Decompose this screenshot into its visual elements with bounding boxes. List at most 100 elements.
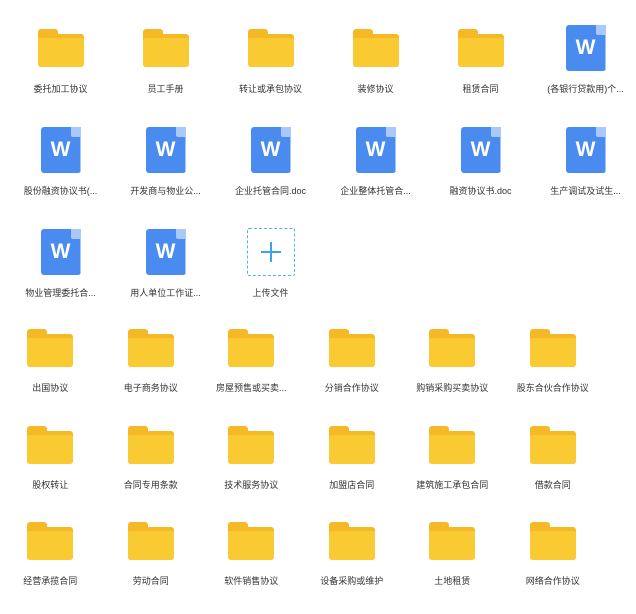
folder-item[interactable]: 股权转让 — [0, 421, 101, 518]
folder-icon — [429, 425, 476, 464]
folder-item[interactable]: 土地租赁 — [402, 517, 503, 614]
icon-container — [402, 517, 503, 565]
file-name: 借款合同 — [534, 479, 571, 490]
folder-item[interactable]: 购销采购买卖协议 — [402, 324, 503, 421]
word-document-icon: W — [145, 229, 186, 275]
icon-container — [201, 421, 302, 469]
folder-item[interactable]: 租赁合同 — [428, 22, 533, 124]
word-document-icon: W — [145, 127, 186, 173]
icon-container — [302, 421, 403, 469]
file-name: 开发商与物业公... — [130, 186, 201, 196]
icon-container: W — [218, 124, 323, 176]
word-document-icon: W — [460, 127, 501, 173]
icon-container — [402, 324, 503, 372]
icon-container: W — [113, 124, 218, 176]
folder-icon — [529, 425, 576, 464]
folder-icon — [529, 522, 576, 560]
folder-item[interactable]: 借款合同 — [503, 421, 604, 518]
icon-container — [101, 517, 202, 565]
folder-icon — [529, 329, 576, 367]
folder-item[interactable]: 股东合伙合作协议 — [503, 324, 604, 421]
file-name: 股东合伙合作协议 — [516, 383, 589, 393]
folder-item[interactable]: 加盟店合同 — [302, 421, 403, 518]
word-file-item[interactable]: W 融资协议书.doc — [428, 124, 533, 226]
folder-item[interactable]: 委托加工协议 — [8, 22, 113, 124]
folder-icon — [228, 522, 275, 560]
folder-icon — [37, 29, 84, 67]
folder-item[interactable]: 网络合作协议 — [503, 517, 604, 614]
icon-container — [0, 421, 101, 469]
file-name: 物业管理委托合... — [25, 288, 96, 298]
folder-item[interactable]: 合同专用条款 — [101, 421, 202, 518]
file-name: 电子商务协议 — [123, 383, 178, 393]
file-name: 设备采购或维护 — [320, 576, 384, 586]
folder-icon — [247, 29, 294, 67]
icon-container — [8, 22, 113, 74]
word-file-item[interactable]: W 企业整体托管合... — [323, 124, 428, 226]
folder-item[interactable]: 劳动合同 — [101, 517, 202, 614]
folder-item[interactable]: 出国协议 — [0, 324, 101, 421]
file-name: 土地租赁 — [434, 576, 471, 586]
folder-item[interactable]: 转让或承包协议 — [218, 22, 323, 124]
folder-item[interactable]: 装修协议 — [323, 22, 428, 124]
folder-icon — [27, 425, 74, 464]
word-document-icon: W — [250, 127, 291, 173]
file-name: 企业托管合同.doc — [234, 186, 306, 196]
upload-label: 上传文件 — [252, 288, 289, 298]
word-file-item[interactable]: W 开发商与物业公... — [113, 124, 218, 226]
word-file-item[interactable]: W 企业托管合同.doc — [218, 124, 323, 226]
icon-container — [302, 517, 403, 565]
word-file-item[interactable]: W (各银行贷款用)个... — [533, 22, 636, 124]
word-file-item[interactable]: W 用人单位工作证... — [113, 226, 218, 328]
folder-icon — [27, 329, 74, 367]
icon-container — [201, 517, 302, 565]
icon-container — [402, 421, 503, 469]
file-name: 融资协议书.doc — [449, 186, 512, 196]
word-file-item[interactable]: W 物业管理委托合... — [8, 226, 113, 328]
file-name: 经营承揽合同 — [23, 576, 78, 586]
file-name: 合同专用条款 — [123, 479, 178, 490]
folder-item[interactable]: 分销合作协议 — [302, 324, 403, 421]
icon-container — [218, 22, 323, 74]
icon-container: W — [533, 22, 636, 74]
file-name: 股权转让 — [32, 479, 69, 490]
folder-icon — [127, 329, 174, 367]
folder-icon — [328, 522, 375, 560]
word-document-icon: W — [565, 25, 606, 71]
icon-container — [428, 22, 533, 74]
folder-icon — [27, 522, 74, 560]
file-name: 员工手册 — [147, 84, 184, 94]
file-name: (各银行贷款用)个... — [547, 84, 624, 94]
file-name: 用人单位工作证... — [130, 288, 201, 298]
folder-item[interactable]: 房屋预售或买卖... — [201, 324, 302, 421]
plus-icon — [260, 242, 281, 262]
icon-container: W — [8, 226, 113, 278]
folder-item[interactable]: 软件销售协议 — [201, 517, 302, 614]
upload-dropzone[interactable] — [246, 228, 295, 276]
word-file-item[interactable]: W 股份融资协议书(... — [8, 124, 113, 226]
upload-file-button[interactable]: 上传文件 — [218, 226, 323, 328]
icon-container — [503, 421, 604, 469]
file-name: 软件销售协议 — [224, 576, 279, 586]
file-name: 出国协议 — [32, 383, 69, 393]
folder-icon — [142, 29, 189, 67]
file-name: 委托加工协议 — [33, 84, 88, 94]
folder-item[interactable]: 设备采购或维护 — [302, 517, 403, 614]
folder-item[interactable]: 技术服务协议 — [201, 421, 302, 518]
icon-container: W — [533, 124, 636, 176]
folder-grid: 出国协议 电子商务协议 房屋预售或买卖... 分销合作协议 购销采购买卖协议 股… — [0, 324, 603, 614]
file-name: 建筑施工承包合同 — [416, 479, 489, 490]
word-file-item[interactable]: W 生产调试及试生... — [533, 124, 636, 226]
icon-container — [218, 226, 323, 278]
icon-container: W — [323, 124, 428, 176]
icon-container — [503, 324, 604, 372]
icon-container — [302, 324, 403, 372]
word-document-icon: W — [40, 127, 81, 173]
folder-item[interactable]: 电子商务协议 — [101, 324, 202, 421]
folder-item[interactable]: 经营承揽合同 — [0, 517, 101, 614]
word-document-icon: W — [565, 127, 606, 173]
folder-item[interactable]: 员工手册 — [113, 22, 218, 124]
folder-item[interactable]: 建筑施工承包合同 — [402, 421, 503, 518]
file-name: 房屋预售或买卖... — [215, 383, 287, 393]
file-name: 购销采购买卖协议 — [416, 383, 489, 393]
